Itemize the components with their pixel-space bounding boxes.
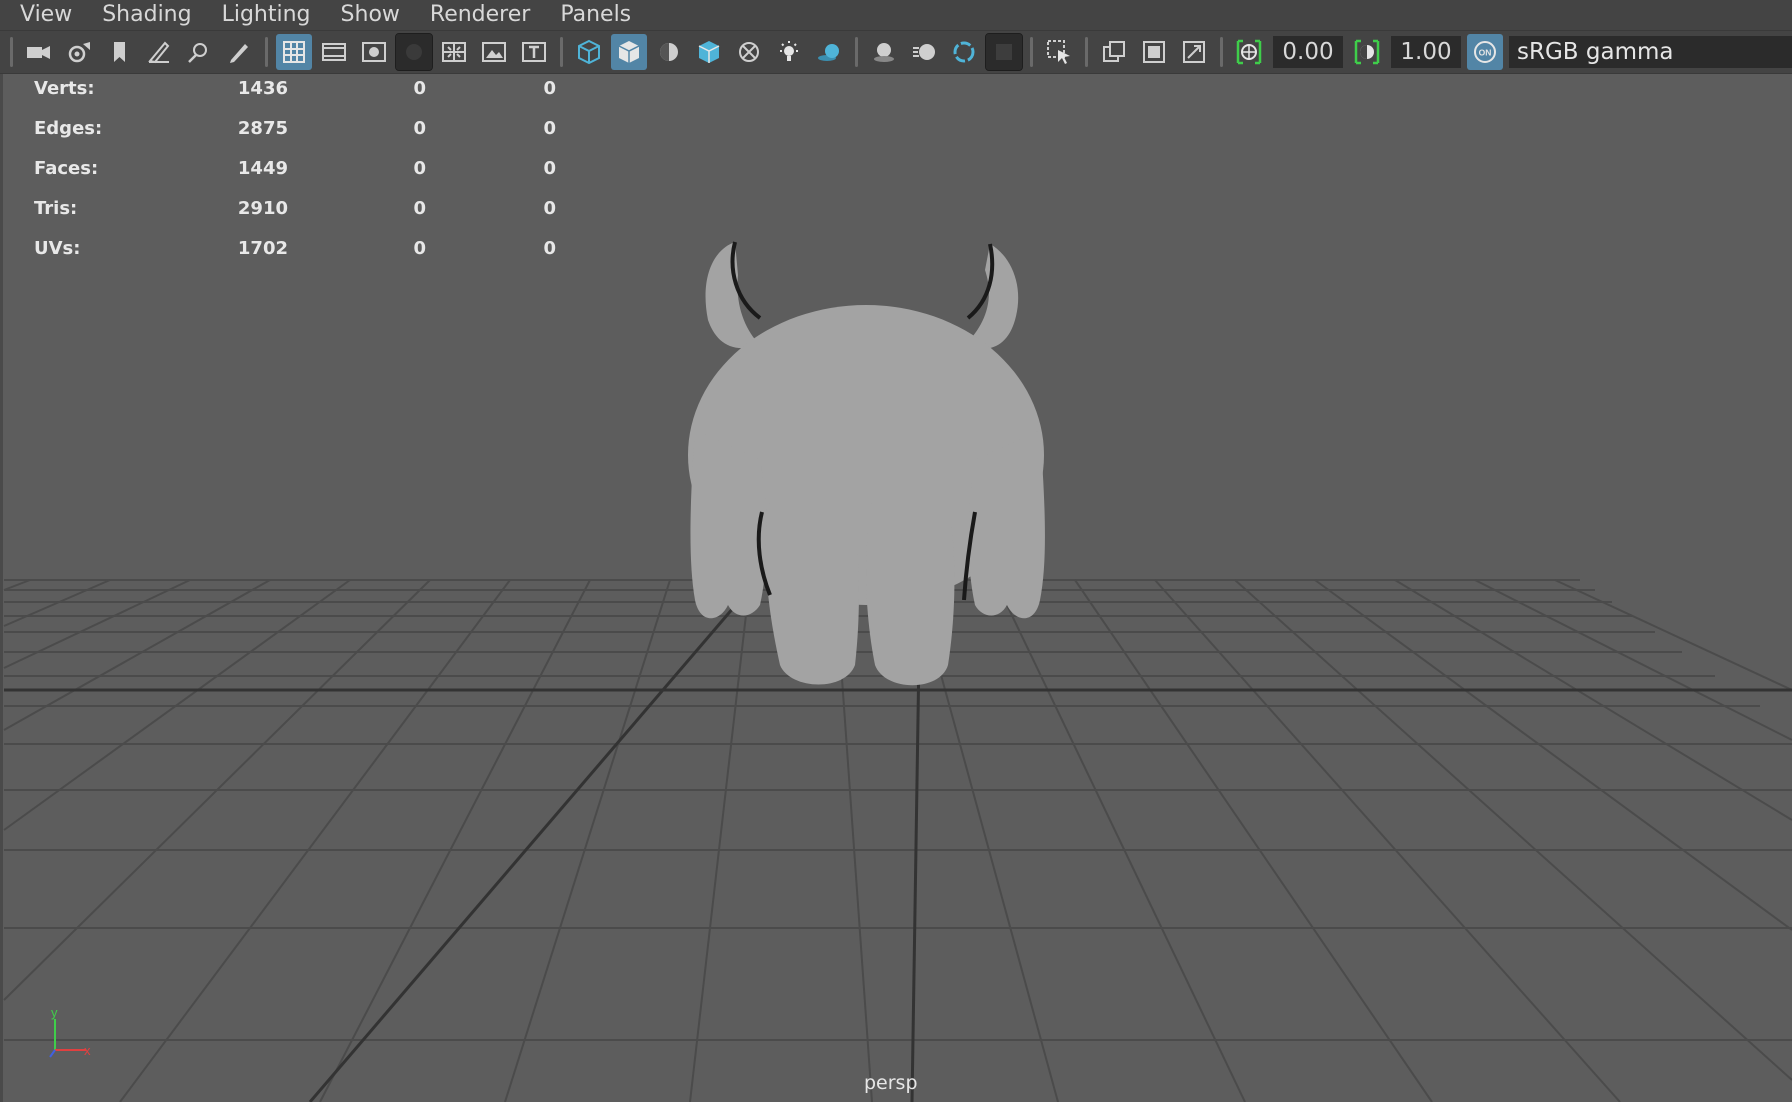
panel-menubar: View Shading Lighting Show Renderer Pane… [0,0,1792,30]
poly-count-hud: Verts: 1436 0 0 Edges: 2875 0 0 Faces: 1… [34,78,556,278]
hud-value-object: 1702 [237,238,288,259]
wireframe-icon[interactable] [571,34,607,70]
film-gate-icon[interactable] [316,34,352,70]
toolbar-separator [560,37,563,67]
bookmark-icon[interactable] [101,34,137,70]
texture-placement-icon[interactable] [1176,34,1212,70]
menu-renderer[interactable]: Renderer [415,0,545,30]
hud-row-faces: Faces: 1449 0 0 [34,158,556,198]
camera-name-label: persp [864,1072,918,1094]
field-chart-icon[interactable] [436,34,472,70]
toolbar-separator [1220,37,1223,67]
isolate-select-icon[interactable] [1041,34,1077,70]
panel-toolbar: 0.00 1.00 ON sRGB gamma [0,30,1792,74]
gamma-icon[interactable] [1349,34,1385,70]
wireframe-on-shaded-icon[interactable] [691,34,727,70]
hud-value-component: 0 [543,198,556,219]
hud-value-component: 0 [543,118,556,139]
hud-value-component: 0 [543,238,556,259]
anti-aliasing-icon[interactable] [946,34,982,70]
view-axis-icon: y x [49,1005,91,1058]
exposure-icon[interactable] [1231,34,1267,70]
camera-attributes-icon[interactable] [61,34,97,70]
axis-x-label: x [84,1043,91,1058]
view-transform-field[interactable]: sRGB gamma [1509,36,1792,68]
hud-value-selected: 0 [413,198,426,219]
axis-y-label: y [51,1005,58,1020]
color-management-badge: ON [1479,48,1492,58]
gate-mask-icon[interactable] [395,33,433,71]
gamma-field[interactable]: 1.00 [1391,36,1461,68]
hud-row-edges: Edges: 2875 0 0 [34,118,556,158]
menu-panels[interactable]: Panels [545,0,646,30]
xray-joints-icon[interactable] [1096,34,1132,70]
hud-row-verts: Verts: 1436 0 0 [34,78,556,118]
hud-value-object: 2875 [237,118,288,139]
menu-view[interactable]: View [0,0,87,30]
hud-value-selected: 0 [413,238,426,259]
2d-pan-zoom-icon[interactable] [181,34,217,70]
hud-value-component: 0 [543,78,556,99]
monster-model[interactable] [688,241,1045,686]
image-plane-icon[interactable] [141,34,177,70]
toolbar-separator [855,37,858,67]
depth-of-field-icon[interactable] [985,33,1023,71]
hud-label: Tris: [34,198,78,219]
hud-value-selected: 0 [413,158,426,179]
hud-value-selected: 0 [413,118,426,139]
screen-space-ao-icon[interactable] [866,34,902,70]
hud-label: Verts: [34,78,95,99]
menu-shading[interactable]: Shading [87,0,206,30]
resolution-gate-icon[interactable] [356,34,392,70]
menu-show[interactable]: Show [326,0,415,30]
xray-active-components-icon[interactable] [1136,34,1172,70]
use-default-material-icon[interactable] [651,34,687,70]
motion-blur-icon[interactable] [906,34,942,70]
grid-toggle-icon[interactable] [276,34,312,70]
toolbar-separator [1030,37,1033,67]
hud-label: Edges: [34,118,103,139]
hud-value-object: 1436 [237,78,288,99]
viewport-left-border [0,74,3,1102]
shadows-icon[interactable] [811,34,847,70]
color-management-toggle[interactable]: ON [1467,34,1503,70]
toolbar-separator [265,37,268,67]
safe-title-icon[interactable] [516,34,552,70]
menu-lighting[interactable]: Lighting [207,0,326,30]
camera-icon[interactable] [21,34,57,70]
hud-row-tris: Tris: 2910 0 0 [34,198,556,238]
toolbar-handle[interactable] [10,37,13,67]
hud-value-selected: 0 [413,78,426,99]
exposure-field[interactable]: 0.00 [1273,36,1343,68]
grease-pencil-icon[interactable] [221,34,257,70]
hud-row-uvs: UVs: 1702 0 0 [34,238,556,278]
safe-action-icon[interactable] [476,34,512,70]
hud-label: UVs: [34,238,81,259]
hud-value-object: 1449 [237,158,288,179]
hud-label: Faces: [34,158,99,179]
use-all-lights-icon[interactable] [771,34,807,70]
smooth-shade-icon[interactable] [611,34,647,70]
toolbar-separator [1085,37,1088,67]
xray-icon[interactable] [731,34,767,70]
hud-value-component: 0 [543,158,556,179]
hud-value-object: 2910 [237,198,288,219]
